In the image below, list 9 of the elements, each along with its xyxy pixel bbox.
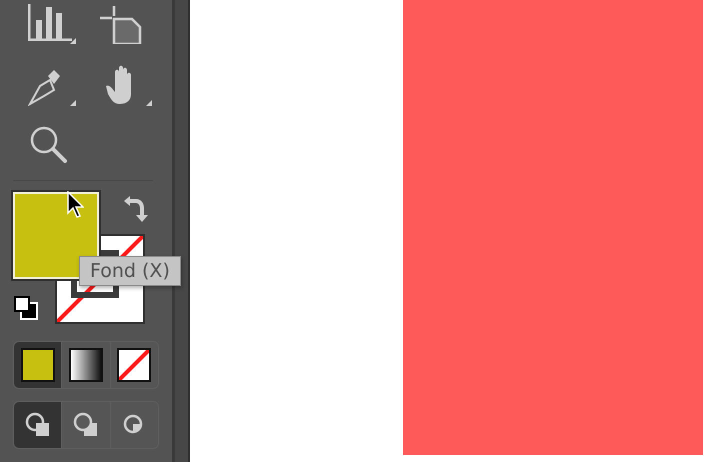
swap-arrow-icon[interactable] <box>122 195 150 223</box>
circle-square-icon <box>72 412 99 438</box>
draw-normal-button[interactable] <box>14 402 62 448</box>
default-colors-icon[interactable] <box>12 294 40 322</box>
cursor-icon <box>66 191 84 219</box>
graph-tool-icon[interactable] <box>28 4 76 44</box>
tooltip: Fond (X) <box>79 256 181 286</box>
circle-square-icon <box>24 412 51 438</box>
color-button[interactable] <box>14 342 62 388</box>
